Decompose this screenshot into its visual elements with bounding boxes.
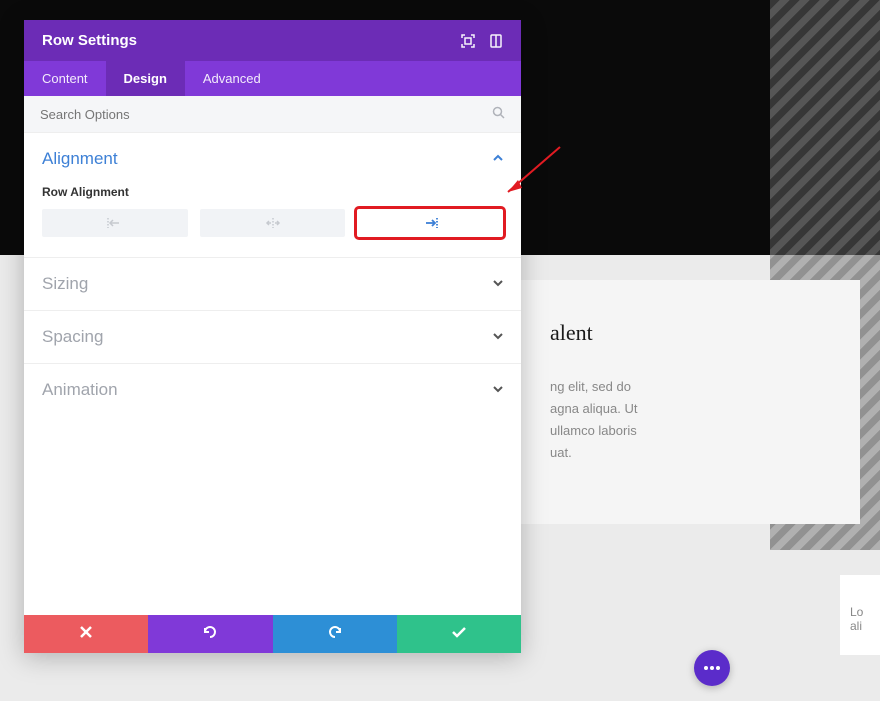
- modal-header-actions: [461, 34, 503, 48]
- search-input[interactable]: [40, 107, 492, 122]
- modal-footer: [24, 615, 521, 653]
- align-left-button[interactable]: [42, 209, 188, 237]
- settings-tabs: Content Design Advanced: [24, 61, 521, 96]
- builder-toggle-button[interactable]: [694, 650, 730, 686]
- undo-button[interactable]: [148, 615, 272, 653]
- redo-icon: [327, 625, 343, 644]
- responsive-icon[interactable]: [489, 34, 503, 48]
- tab-design[interactable]: Design: [106, 61, 185, 96]
- row-alignment-label: Row Alignment: [42, 185, 503, 199]
- section-sizing-header[interactable]: Sizing: [24, 258, 521, 310]
- row-settings-modal: Row Settings Content Design Advanced: [24, 20, 521, 653]
- page-side-card: Lo ali: [840, 575, 880, 655]
- page-body-text: ng elit, sed do agna aliqua. Ut ullamco …: [550, 376, 830, 464]
- section-sizing-title: Sizing: [42, 274, 88, 294]
- modal-header: Row Settings: [24, 20, 521, 61]
- section-alignment-title: Alignment: [42, 149, 118, 169]
- section-sizing: Sizing: [24, 257, 521, 310]
- chevron-down-icon: [493, 330, 503, 344]
- save-button[interactable]: [397, 615, 521, 653]
- section-animation-header[interactable]: Animation: [24, 364, 521, 416]
- align-right-button[interactable]: [357, 209, 503, 237]
- page-content-card: alent ng elit, sed do agna aliqua. Ut ul…: [520, 280, 860, 524]
- search-icon[interactable]: [492, 106, 505, 122]
- page-heading: alent: [550, 320, 830, 346]
- chevron-down-icon: [493, 277, 503, 291]
- modal-body: Alignment Row Alignment: [24, 132, 521, 615]
- cancel-button[interactable]: [24, 615, 148, 653]
- section-animation-title: Animation: [42, 380, 118, 400]
- section-spacing-title: Spacing: [42, 327, 103, 347]
- search-bar: [24, 96, 521, 132]
- close-icon: [80, 625, 92, 643]
- redo-button[interactable]: [273, 615, 397, 653]
- section-alignment-body: Row Alignment: [24, 185, 521, 257]
- tab-content[interactable]: Content: [24, 61, 106, 96]
- chevron-down-icon: [493, 383, 503, 397]
- align-left-icon: [107, 218, 123, 228]
- align-right-icon: [422, 218, 438, 228]
- undo-icon: [202, 625, 218, 644]
- section-spacing: Spacing: [24, 310, 521, 363]
- modal-title: Row Settings: [42, 32, 137, 49]
- section-animation: Animation: [24, 363, 521, 416]
- tab-advanced[interactable]: Advanced: [185, 61, 279, 96]
- section-alignment-header[interactable]: Alignment: [24, 133, 521, 185]
- chevron-up-icon: [493, 152, 503, 166]
- align-center-button[interactable]: [200, 209, 346, 237]
- row-alignment-buttons: [42, 209, 503, 237]
- section-spacing-header[interactable]: Spacing: [24, 311, 521, 363]
- expand-icon[interactable]: [461, 34, 475, 48]
- check-icon: [452, 625, 466, 643]
- section-alignment: Alignment Row Alignment: [24, 132, 521, 257]
- align-center-icon: [265, 218, 281, 228]
